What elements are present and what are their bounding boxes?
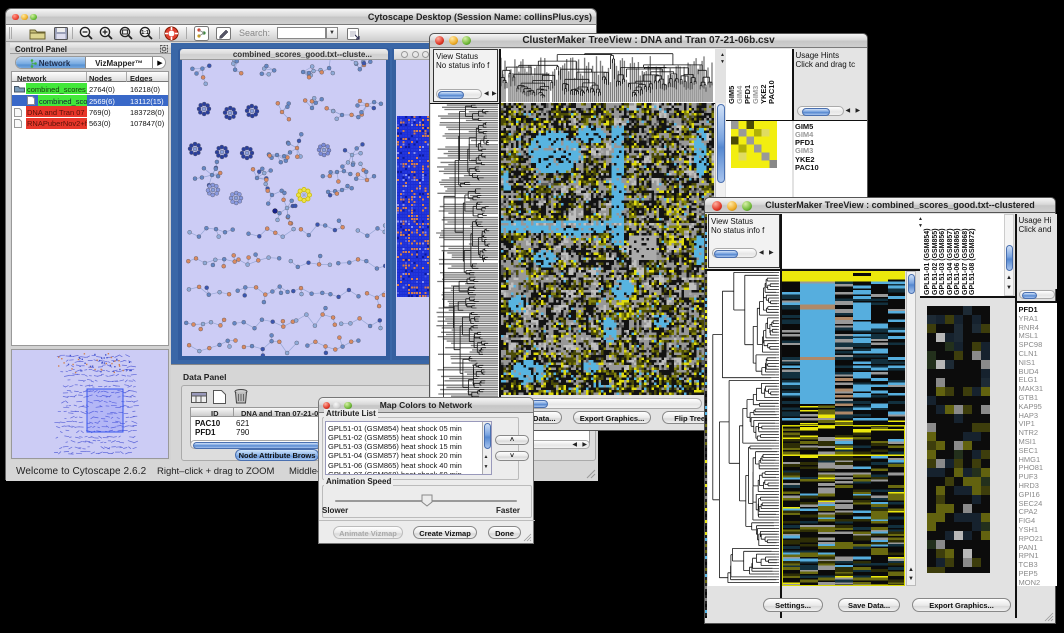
- svg-text:1:1: 1:1: [141, 30, 148, 36]
